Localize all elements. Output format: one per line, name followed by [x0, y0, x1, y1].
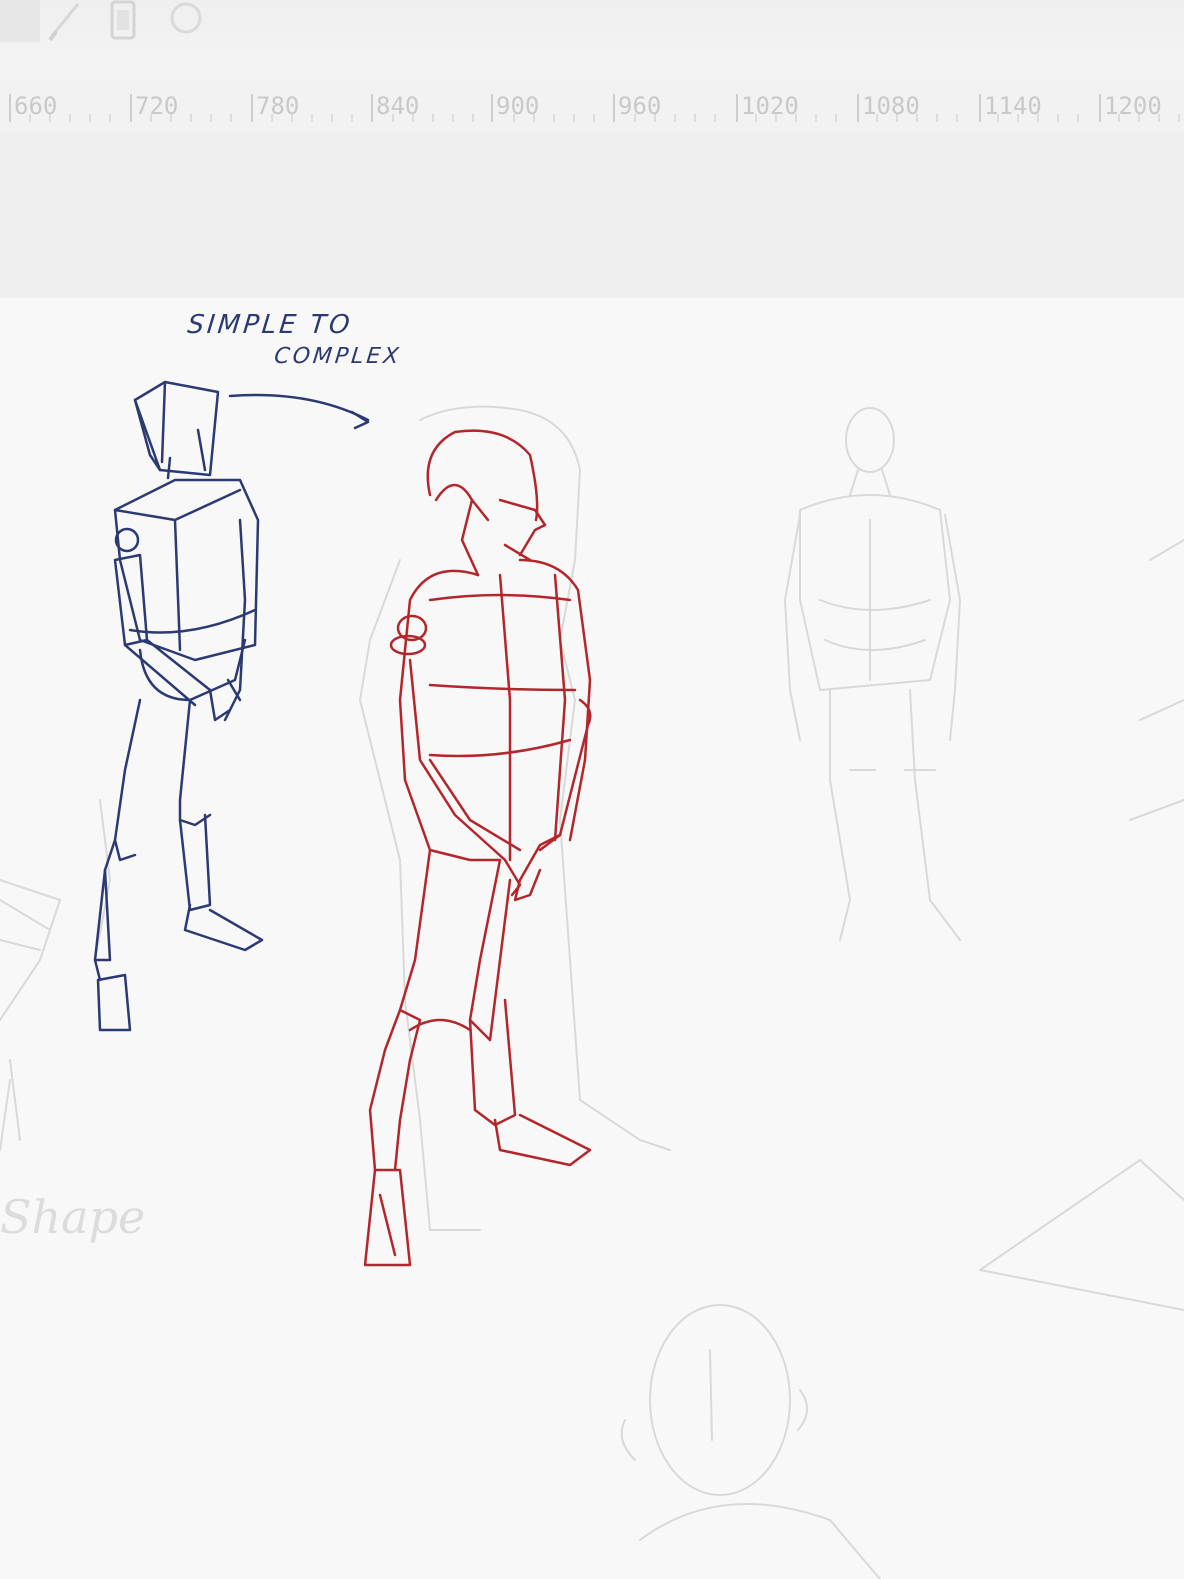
annotation-line-1: SIMPLE TO: [186, 310, 354, 340]
ruler-tick-label: 720: [135, 92, 179, 120]
ruler-tick-label: 1140: [984, 92, 1042, 120]
ruler-tick-label: 1200: [1104, 92, 1162, 120]
toolbar: [0, 0, 1184, 48]
tool-button-settings[interactable]: [164, 0, 204, 42]
ruler-tick-label: 1020: [741, 92, 799, 120]
annotation-text: SIMPLE TO COMPLEX: [183, 310, 406, 369]
ruler-tick-label: 660: [14, 92, 58, 120]
pen-icon: [0, 0, 40, 42]
faded-note: Shape: [0, 1190, 146, 1244]
red-complex-figure: [363, 429, 592, 1267]
ruler-tick-label: 900: [496, 92, 540, 120]
tool-button-pen[interactable]: [0, 0, 40, 42]
canvas-margin: [0, 132, 1184, 300]
tool-button-tablet[interactable]: [104, 0, 144, 42]
brush-icon: [48, 3, 80, 42]
tool-button-brush[interactable]: [44, 0, 84, 42]
blue-simple-figure: [93, 380, 370, 1032]
gear-icon: [170, 2, 202, 34]
drawing-canvas[interactable]: SIMPLE TO COMPLEX Shape: [0, 298, 1184, 1579]
ruler-tick-label: 780: [256, 92, 300, 120]
ruler-tick-label: 960: [618, 92, 662, 120]
tablet-icon: [110, 0, 136, 40]
ruler-tick-label: 840: [376, 92, 420, 120]
ruler-tick-label: 1080: [862, 92, 920, 120]
annotation-line-2: COMPLEX: [272, 344, 403, 369]
drawing-app-window: 660 720 780 840 900 960 1020 1080 1140 1…: [0, 0, 1184, 1579]
sketch-layer: [0, 380, 1184, 1579]
